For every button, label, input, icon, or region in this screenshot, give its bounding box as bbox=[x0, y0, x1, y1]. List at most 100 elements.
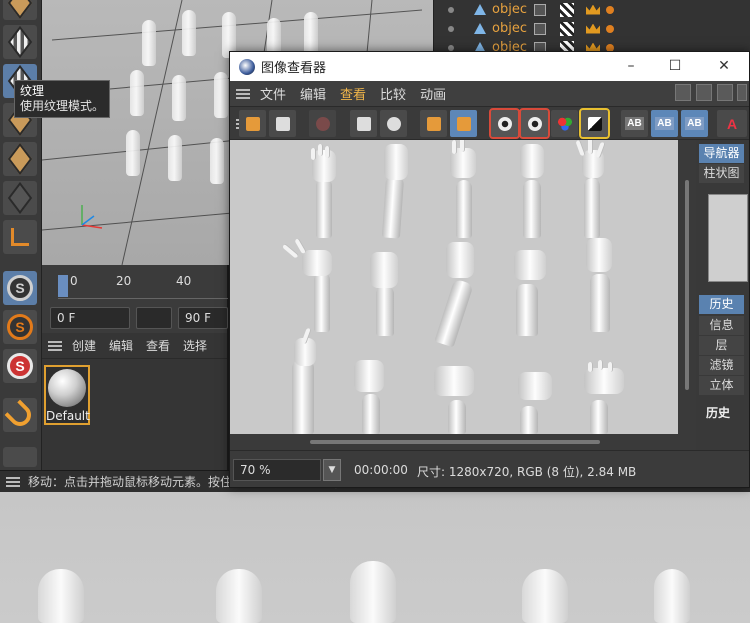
render-search-button[interactable] bbox=[380, 110, 407, 137]
stop-icon bbox=[315, 116, 330, 131]
compare-ab-button[interactable]: AB bbox=[621, 110, 648, 137]
render-region-icon bbox=[356, 116, 371, 131]
viewport-hand bbox=[182, 10, 196, 56]
menu-animation[interactable]: 动画 bbox=[420, 84, 446, 103]
texture-mode-button[interactable] bbox=[3, 25, 37, 59]
compare-ab-overlay-button[interactable]: AB bbox=[681, 110, 708, 137]
tab-navigator[interactable]: 导航器 bbox=[699, 144, 744, 163]
move-icon[interactable] bbox=[717, 84, 733, 101]
axis-mode-button[interactable] bbox=[3, 220, 37, 254]
set-a-button[interactable]: A bbox=[717, 110, 747, 137]
hamburger-menu-icon[interactable] bbox=[48, 340, 62, 351]
menu-compare[interactable]: 比较 bbox=[380, 84, 406, 103]
side-section-heading: 历史 bbox=[706, 406, 731, 420]
visibility-dot-icon[interactable] bbox=[448, 6, 454, 13]
timeline-playhead[interactable] bbox=[58, 275, 68, 297]
close-icon[interactable]: ✕ bbox=[710, 56, 738, 76]
hand-render bbox=[350, 358, 388, 434]
window-titlebar[interactable]: 图像查看器 – ☐ ✕ bbox=[230, 52, 749, 81]
minimize-icon[interactable]: – bbox=[617, 56, 645, 76]
material-tag-icon[interactable] bbox=[606, 5, 614, 14]
tab-stereo[interactable]: 立体 bbox=[699, 376, 744, 395]
hamburger-menu-icon[interactable] bbox=[6, 476, 20, 487]
texture-tag-icon[interactable] bbox=[560, 21, 574, 36]
view-b-button[interactable] bbox=[519, 108, 550, 139]
viewport-hand bbox=[172, 75, 186, 121]
hamburger-menu-icon[interactable] bbox=[236, 88, 250, 99]
axis-corner-icon bbox=[11, 228, 29, 246]
material-manager: 创建 编辑 查看 选择 Default bbox=[42, 333, 227, 470]
null-object-icon bbox=[474, 23, 486, 34]
crown-tag-icon[interactable] bbox=[586, 23, 600, 34]
tab-history[interactable]: 历史 bbox=[699, 295, 744, 314]
menu-file[interactable]: 文件 bbox=[260, 84, 286, 103]
layers-button[interactable] bbox=[450, 110, 477, 137]
extra-tool-button[interactable] bbox=[3, 447, 37, 467]
hand-render bbox=[512, 366, 562, 434]
grid-mode-button[interactable] bbox=[3, 181, 37, 215]
tab-layers[interactable]: 层 bbox=[699, 336, 744, 355]
maximize-icon[interactable]: ☐ bbox=[661, 56, 689, 76]
hand-render bbox=[286, 327, 324, 434]
material-swatch[interactable]: Default bbox=[44, 365, 90, 425]
null-object-icon bbox=[474, 4, 486, 15]
save-image-button[interactable] bbox=[269, 110, 296, 137]
stop-render-button[interactable] bbox=[309, 110, 336, 137]
object-row[interactable]: objec bbox=[434, 19, 750, 38]
tab-histogram[interactable]: 柱状图 bbox=[699, 164, 744, 183]
tab-filter[interactable]: 滤镜 bbox=[699, 356, 744, 375]
color-channels-button[interactable] bbox=[551, 110, 578, 137]
tab-info[interactable]: 信息 bbox=[699, 316, 744, 335]
vertical-scrollbar[interactable] bbox=[678, 140, 696, 434]
magnet-button[interactable] bbox=[3, 398, 37, 432]
zoom-field[interactable]: 70 % bbox=[233, 459, 321, 481]
snap-settings-button[interactable]: S bbox=[3, 310, 37, 344]
menu-select[interactable]: 选择 bbox=[183, 337, 207, 354]
menu-view[interactable]: 查看 bbox=[146, 337, 170, 354]
ab-label: AB bbox=[655, 117, 674, 130]
visibility-dot-icon[interactable] bbox=[448, 44, 454, 51]
folder-icon bbox=[245, 116, 260, 131]
navigator-thumbnail[interactable] bbox=[708, 194, 748, 282]
cube-icon bbox=[7, 142, 33, 176]
snap-s-icon: S bbox=[7, 275, 33, 301]
open-image-button[interactable] bbox=[239, 110, 266, 137]
visibility-dot-icon[interactable] bbox=[448, 25, 454, 32]
scroll-thumb[interactable] bbox=[685, 180, 689, 390]
snap-red-icon: S bbox=[7, 353, 33, 379]
model-mode-button[interactable] bbox=[3, 0, 37, 20]
panel-menu-icon[interactable] bbox=[737, 84, 747, 101]
snap-button[interactable]: S bbox=[3, 271, 37, 305]
horizontal-scrollbar[interactable] bbox=[230, 434, 696, 450]
polygon-mode-button[interactable] bbox=[3, 142, 37, 176]
hand-render bbox=[446, 140, 480, 238]
menu-edit[interactable]: 编辑 bbox=[109, 337, 133, 354]
compare-ab-split-button[interactable]: AB bbox=[651, 110, 678, 137]
expand-icon[interactable] bbox=[696, 84, 712, 101]
delete-button[interactable] bbox=[420, 110, 447, 137]
zoom-dropdown-icon[interactable]: ▼ bbox=[323, 459, 341, 481]
viewer-info-bar: 70 % ▼ 00:00:00 尺寸: 1280x720, RGB (8 位),… bbox=[230, 450, 749, 487]
hand-render bbox=[430, 238, 486, 348]
menu-create[interactable]: 创建 bbox=[72, 337, 96, 354]
snap-mode-button[interactable]: S bbox=[3, 349, 37, 383]
material-tag-icon[interactable] bbox=[606, 24, 614, 33]
timeline-ruler[interactable] bbox=[58, 275, 228, 299]
scroll-thumb[interactable] bbox=[310, 440, 600, 444]
menu-edit[interactable]: 编辑 bbox=[300, 84, 326, 103]
image-canvas[interactable] bbox=[230, 140, 678, 434]
range-slider[interactable] bbox=[136, 307, 172, 329]
crown-tag-icon[interactable] bbox=[586, 4, 600, 15]
layout-toggle-icon[interactable] bbox=[675, 84, 691, 101]
render-region-button[interactable] bbox=[350, 110, 377, 137]
alpha-view-button[interactable] bbox=[579, 108, 610, 139]
view-a-button[interactable] bbox=[489, 108, 520, 139]
object-row[interactable]: objec bbox=[434, 0, 750, 19]
end-frame-field[interactable]: 90 F bbox=[178, 307, 228, 329]
edit-tag-icon[interactable] bbox=[534, 22, 546, 35]
menu-view[interactable]: 查看 bbox=[340, 84, 366, 103]
edit-tag-icon[interactable] bbox=[534, 3, 546, 16]
start-frame-field[interactable]: 0 F bbox=[50, 307, 130, 329]
trash-icon bbox=[426, 116, 441, 131]
texture-tag-icon[interactable] bbox=[560, 2, 574, 17]
